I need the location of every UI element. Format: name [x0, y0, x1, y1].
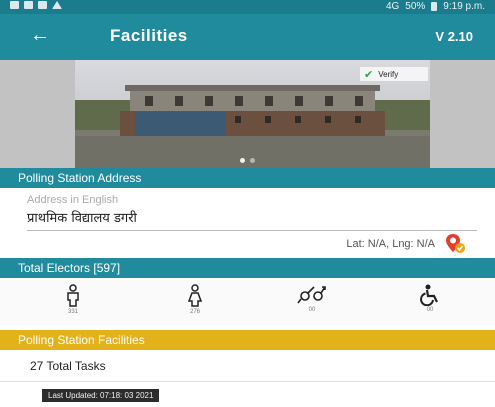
- third-gender-stat: 00: [292, 284, 332, 313]
- electors-section-header: Total Electors [597]: [0, 258, 495, 278]
- clock: 9:19 p.m.: [443, 1, 485, 12]
- address-field-value[interactable]: प्राथमिक विद्यालय डगरी: [27, 208, 137, 226]
- checkmark-icon: ✔: [364, 68, 374, 81]
- image-icon: [10, 1, 19, 9]
- male-voter-count: 331: [67, 309, 78, 315]
- status-bar: 4G 50% 9:19 p.m.: [0, 0, 495, 14]
- back-arrow-icon[interactable]: ←: [30, 24, 50, 47]
- warning-icon: [52, 1, 62, 9]
- carousel-dot[interactable]: [250, 158, 255, 163]
- location-pin-icon[interactable]: [444, 232, 466, 254]
- carousel-indicator: [240, 158, 255, 163]
- battery-percentage: 50%: [405, 1, 426, 12]
- app-bar: ← Facilities V 2.10: [0, 14, 495, 60]
- disabled-voter-count: 00: [426, 307, 434, 313]
- disabled-voter-stat: 00: [410, 284, 450, 313]
- last-updated-label: Last Updated: 07:18: 03 2021: [42, 389, 160, 402]
- tasks-divider: [0, 381, 495, 382]
- male-voter-stat: 331: [53, 284, 93, 315]
- total-tasks-item[interactable]: 27 Total Tasks: [30, 359, 106, 373]
- photo-carousel[interactable]: ✔ Verify: [0, 60, 495, 168]
- gallery-icon: [38, 1, 47, 9]
- disabled-voter-icon: [420, 284, 438, 306]
- elector-breakdown: 331 276 00 00: [0, 280, 495, 325]
- address-section-header: Polling Station Address: [0, 168, 495, 188]
- verify-label: Verify: [378, 69, 399, 79]
- female-voter-stat: 276: [175, 284, 215, 315]
- address-divider: [27, 230, 477, 231]
- male-voter-icon: [67, 284, 79, 307]
- network-indicator: 4G: [385, 1, 400, 12]
- verify-button[interactable]: ✔ Verify: [360, 67, 428, 81]
- notification-icons: [10, 1, 62, 9]
- message-icon: [24, 1, 33, 9]
- third-gender-icon: [297, 286, 326, 304]
- address-field-label: Address in English: [27, 194, 119, 206]
- system-indicators: 4G 50% 9:19 p.m.: [386, 1, 485, 12]
- carousel-dot-active[interactable]: [240, 158, 245, 163]
- coordinates-text: Lat: N/A, Lng: N/A: [346, 238, 435, 250]
- third-gender-count: 00: [308, 307, 316, 313]
- female-voter-count: 276: [189, 309, 200, 315]
- facilities-section-header: Polling Station Facilities: [0, 330, 495, 350]
- female-voter-icon: [187, 284, 203, 307]
- page-title: Facilities: [110, 26, 188, 45]
- battery-icon: [431, 2, 438, 11]
- app-version: V 2.10: [435, 29, 473, 44]
